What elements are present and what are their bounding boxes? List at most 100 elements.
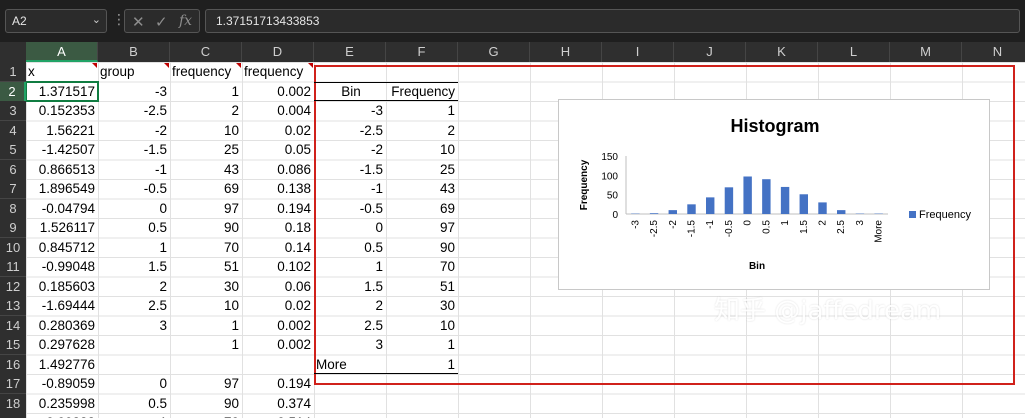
data-cell[interactable]: 0.002 [242,335,314,354]
data-cell[interactable]: 0.004 [242,101,314,120]
data-cell[interactable]: 0.235998 [26,394,98,413]
data-cell[interactable]: 0.05 [242,140,314,159]
data-cell[interactable]: 97 [170,199,242,218]
bin-cell[interactable]: 0 [314,218,386,237]
bin-frequency-cell[interactable]: 2 [386,121,458,140]
bin-cell[interactable]: -0.5 [314,199,386,218]
data-cell[interactable]: -1.42507 [26,140,98,159]
column-header-h[interactable]: H [530,42,602,62]
bin-header[interactable]: Bin [314,82,386,101]
bin-cell[interactable]: -2.5 [314,121,386,140]
data-cell[interactable]: 90 [170,394,242,413]
column-header-g[interactable]: G [458,42,530,62]
row-header-19[interactable]: 19 [0,413,26,418]
data-cell[interactable]: 1 [98,413,170,418]
data-cell[interactable]: 0.18 [242,218,314,237]
row-header-16[interactable]: 16 [0,354,26,375]
data-cell[interactable]: 0.02 [242,296,314,315]
column-header-b[interactable]: B [98,42,170,62]
formula-input[interactable]: 1.37151713433853 [205,9,1020,33]
row-header-13[interactable]: 13 [0,296,26,316]
column-header-f[interactable]: F [386,42,458,62]
select-all-corner[interactable] [0,42,26,62]
bin-frequency-cell[interactable]: 1 [386,335,458,354]
data-cell[interactable]: 0 [98,374,170,393]
data-cell[interactable]: 2 [98,277,170,296]
row-header-12[interactable]: 12 [0,276,26,297]
row-header-11[interactable]: 11 [0,257,26,277]
bin-cell[interactable]: 1.5 [314,277,386,296]
data-cell[interactable]: 1 [170,316,242,335]
column-header-a[interactable]: A [26,42,98,62]
data-cell[interactable]: 10 [170,296,242,315]
data-cell[interactable]: 70 [170,238,242,257]
data-cell[interactable]: 1 [170,82,242,101]
data-cell[interactable]: 90 [170,218,242,237]
histogram-chart[interactable]: Histogram 0 50 100 150 Frequency -3 -2.5 -2 -1.5-… [558,99,990,290]
data-cell[interactable]: 70 [170,413,242,418]
data-cell[interactable]: 0.185603 [26,277,98,296]
column-header-l[interactable]: L [818,42,890,62]
data-cell[interactable]: -1.5 [98,140,170,159]
data-cell[interactable]: 0.514 [242,413,314,418]
data-cell[interactable]: 0.152353 [26,101,98,120]
data-cell[interactable]: 0.002 [242,316,314,335]
bin-frequency-cell[interactable]: 90 [386,238,458,257]
data-cell[interactable]: 97 [170,374,242,393]
column-header-d[interactable]: D [242,42,314,62]
bin-cell[interactable]: 3 [314,335,386,354]
data-cell[interactable]: 1.526117 [26,218,98,237]
bin-frequency-cell[interactable]: 1 [386,101,458,120]
data-cell[interactable]: -0.5 [98,179,170,198]
data-cell[interactable]: 1 [170,335,242,354]
data-cell[interactable]: 0.297628 [26,335,98,354]
data-cell[interactable]: 0.06 [242,277,314,296]
row-header-5[interactable]: 5 [0,140,26,160]
bin-frequency-cell[interactable]: 10 [386,316,458,335]
data-cell[interactable]: 0.194 [242,199,314,218]
data-cell[interactable]: 3 [98,316,170,335]
data-cell[interactable]: 51 [170,257,242,276]
bin-cell[interactable]: 1 [314,257,386,276]
data-cell[interactable]: 0.102 [242,257,314,276]
data-cell[interactable]: -0.04794 [26,199,98,218]
header-cell-c[interactable]: frequency [170,62,242,81]
bin-cell[interactable]: 2 [314,296,386,315]
enter-icon[interactable]: ✓ [155,13,168,31]
data-cell[interactable]: 0.086 [242,160,314,179]
row-header-17[interactable]: 17 [0,374,26,394]
data-cell[interactable]: 69 [170,179,242,198]
bin-cell[interactable]: More [314,355,386,374]
bin-cell[interactable]: -2 [314,140,386,159]
data-cell[interactable]: -3 [98,82,170,101]
data-cell[interactable]: 30 [170,277,242,296]
data-cell[interactable]: 0.374 [242,394,314,413]
data-cell[interactable]: -0.99048 [26,257,98,276]
header-cell-d[interactable]: frequency [242,62,314,81]
bin-cell[interactable]: 2.5 [314,316,386,335]
insert-function-icon[interactable]: fx [179,13,192,29]
data-cell[interactable]: 0.280369 [26,316,98,335]
bin-frequency-cell[interactable]: 51 [386,277,458,296]
data-cell[interactable]: -1.69444 [26,296,98,315]
bin-cell[interactable]: -1.5 [314,160,386,179]
data-cell[interactable]: 0.02 [242,121,314,140]
header-cell-b[interactable]: group [98,62,170,81]
data-cell[interactable]: 10 [170,121,242,140]
data-cell[interactable]: 0.138 [242,179,314,198]
data-cell[interactable]: 43 [170,160,242,179]
bin-cell[interactable]: -3 [314,101,386,120]
bin-frequency-cell[interactable]: 1 [386,355,458,374]
bin-frequency-cell[interactable]: 30 [386,296,458,315]
column-header-c[interactable]: C [170,42,242,62]
chevron-down-icon[interactable]: ⌄ [92,13,101,26]
worksheet-grid[interactable]: Histogram 0 50 100 150 Frequency -3 -2.5 -2 -1.5-… [26,62,1025,418]
data-cell[interactable]: 1.492776 [26,355,98,374]
row-header-6[interactable]: 6 [0,159,26,180]
cancel-icon[interactable]: ✕ [132,13,145,31]
column-header-j[interactable]: J [674,42,746,62]
data-cell[interactable]: -0.89059 [26,374,98,393]
frequency-header[interactable]: Frequency [386,82,458,101]
data-cell[interactable]: 0.5 [98,394,170,413]
data-cell[interactable]: 1.5 [98,257,170,276]
